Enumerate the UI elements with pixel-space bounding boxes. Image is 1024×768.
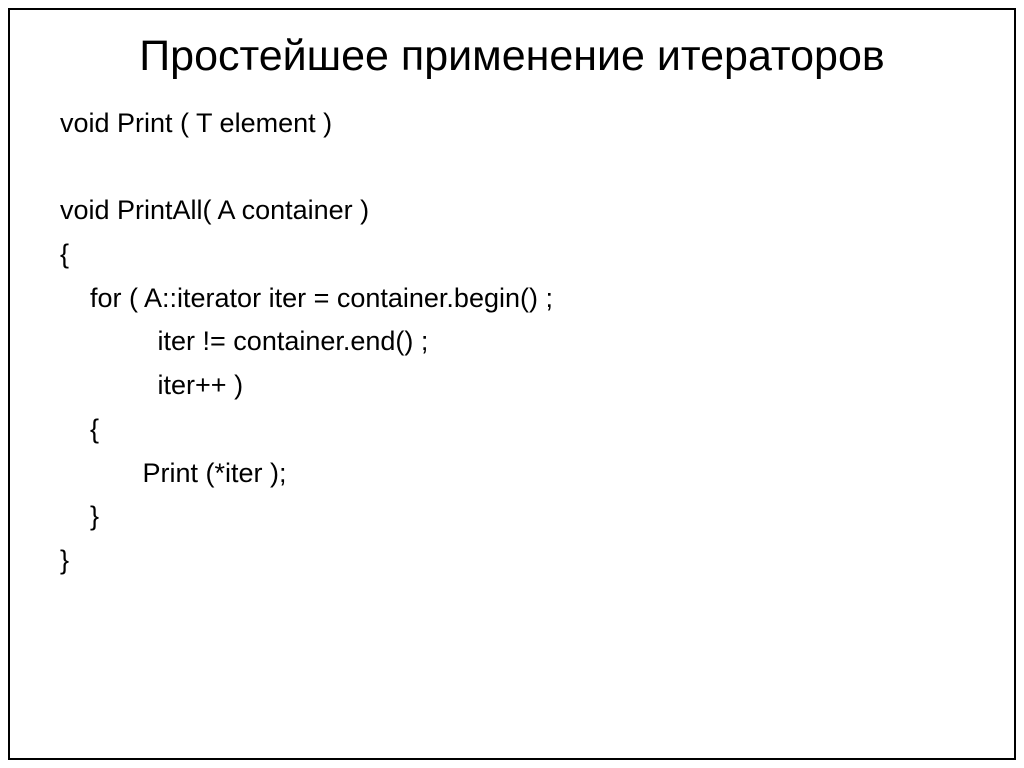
code-line: } [60, 501, 99, 531]
code-line: for ( A::iterator iter = container.begin… [60, 283, 553, 313]
code-line: } [60, 545, 69, 575]
code-block: void Print ( T element ) void PrintAll( … [60, 102, 964, 583]
code-line: Print (*iter ); [60, 458, 287, 488]
code-line: void PrintAll( A container ) [60, 195, 369, 225]
code-line: void Print ( T element ) [60, 108, 332, 138]
code-line: iter != container.end() ; [60, 326, 428, 356]
code-line: { [60, 239, 69, 269]
slide-frame: Простейшее применение итераторов void Pr… [8, 8, 1016, 760]
code-line: { [60, 414, 99, 444]
code-line: iter++ ) [60, 370, 243, 400]
slide-title: Простейшее применение итераторов [60, 30, 964, 84]
